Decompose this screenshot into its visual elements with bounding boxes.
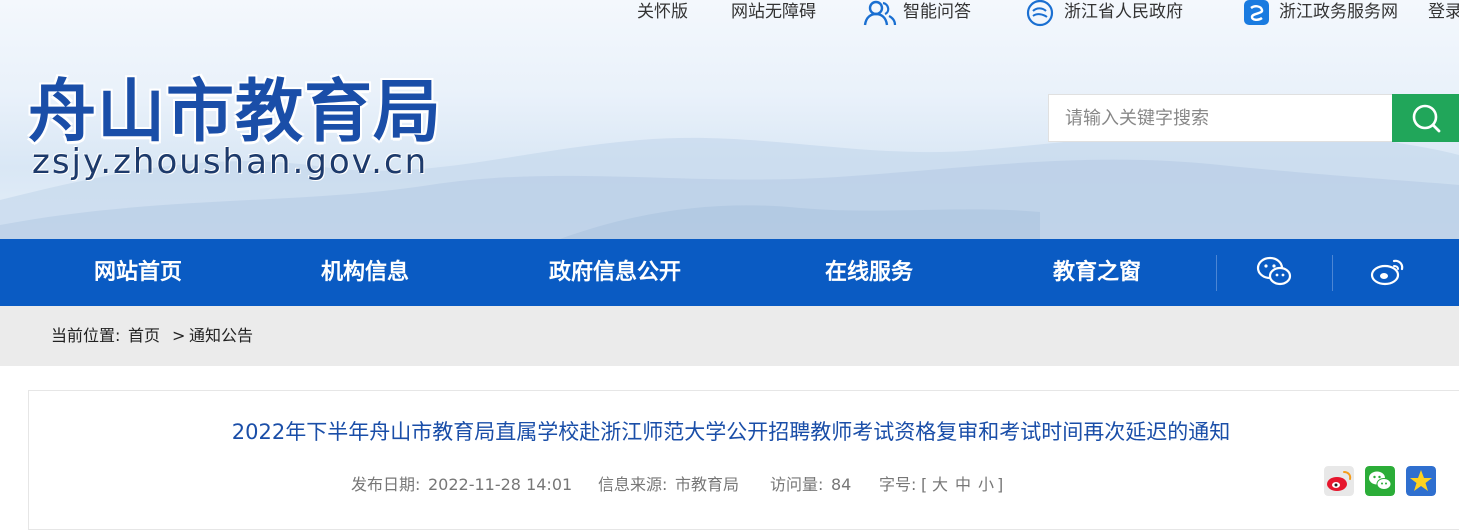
breadcrumb-separator: >	[172, 326, 186, 345]
site-logo-title[interactable]: 舟山市教育局	[28, 56, 442, 155]
breadcrumb-home[interactable]: 首页	[128, 306, 160, 366]
zhejiang-gov-icon	[1026, 0, 1054, 27]
publish-date-label: 发布日期:	[351, 475, 421, 494]
wechat-icon[interactable]	[1255, 255, 1293, 289]
source-value: 市教育局	[675, 475, 740, 494]
nav-education-window[interactable]: 教育之窗	[1053, 239, 1141, 306]
breadcrumb: 当前位置: 首页 > 通知公告	[0, 306, 1459, 366]
zhejiang-service-link[interactable]: 浙江政务服务网	[1279, 0, 1398, 24]
nav-online-service[interactable]: 在线服务	[825, 239, 913, 306]
font-size-label: 字号:	[879, 475, 917, 494]
main-nav: 网站首页 机构信息 政府信息公开 在线服务 教育之窗	[0, 239, 1459, 306]
search-input[interactable]	[1048, 94, 1392, 142]
smart-qa-link[interactable]: 智能问答	[903, 0, 971, 24]
font-size-bracket-close: ]	[997, 475, 1004, 494]
breadcrumb-current[interactable]: 通知公告	[189, 306, 253, 366]
nav-organization[interactable]: 机构信息	[321, 239, 409, 306]
publish-date: 2022-11-28 14:01	[428, 475, 573, 494]
zhejiang-service-icon	[1244, 0, 1269, 25]
font-size-bracket-open: [	[921, 475, 928, 494]
top-links-bar: 关怀版 网站无障碍 智能问答 浙江省人民政府 浙江政务服务网 登录	[0, 0, 1459, 27]
accessibility-link[interactable]: 网站无障碍	[731, 0, 816, 24]
font-size-large[interactable]: 大	[932, 474, 948, 496]
article-title: 2022年下半年舟山市教育局直属学校赴浙江师范大学公开招聘教师考试资格复审和考试…	[231, 420, 1231, 444]
search-box	[1048, 94, 1459, 142]
nav-gov-info[interactable]: 政府信息公开	[549, 239, 681, 306]
site-domain: zsjy.zhoushan.gov.cn	[32, 142, 429, 182]
nav-home[interactable]: 网站首页	[94, 239, 182, 306]
search-icon	[1412, 104, 1441, 133]
breadcrumb-label: 当前位置:	[51, 326, 121, 345]
source-label: 信息来源:	[598, 475, 668, 494]
views-label: 访问量:	[770, 475, 824, 494]
wechat-share-icon[interactable]	[1365, 466, 1395, 496]
favorite-star-icon[interactable]	[1406, 466, 1436, 496]
article-panel: 2022年下半年舟山市教育局直属学校赴浙江师范大学公开招聘教师考试资格复审和考试…	[28, 390, 1459, 530]
font-size-small[interactable]: 小	[978, 474, 994, 496]
nav-divider	[1332, 255, 1333, 291]
search-button[interactable]	[1392, 94, 1459, 142]
care-version-link[interactable]: 关怀版	[637, 0, 688, 24]
zhejiang-gov-link[interactable]: 浙江省人民政府	[1064, 0, 1183, 24]
login-link[interactable]: 登录	[1428, 0, 1459, 24]
views-count: 84	[831, 475, 852, 494]
nav-divider	[1216, 255, 1217, 291]
site-header: 关怀版 网站无障碍 智能问答 浙江省人民政府 浙江政务服务网 登录 舟山市教育局…	[0, 0, 1459, 239]
weibo-share-icon[interactable]	[1324, 466, 1354, 496]
font-size-medium[interactable]: 中	[955, 474, 971, 496]
weibo-icon[interactable]	[1370, 255, 1408, 289]
user-qa-icon	[863, 0, 897, 26]
